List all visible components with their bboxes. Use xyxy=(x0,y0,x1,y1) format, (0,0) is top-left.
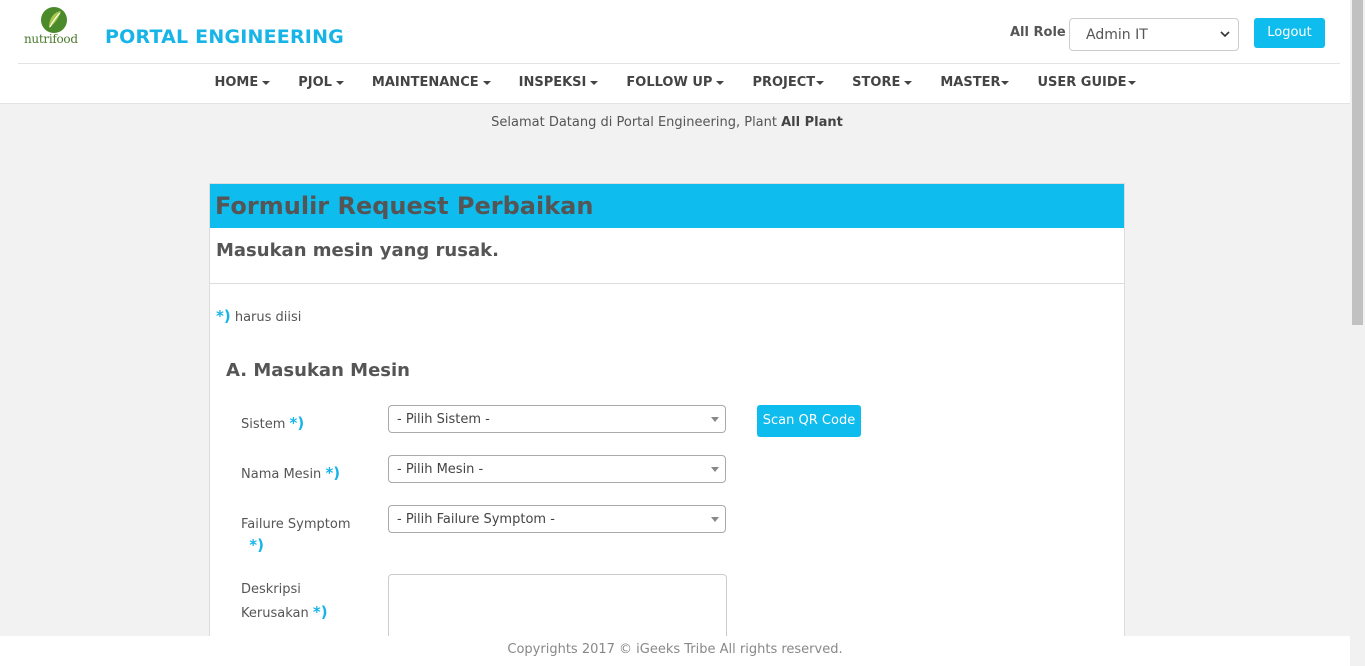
dropdown-arrow-icon xyxy=(711,417,719,422)
caret-down-icon xyxy=(590,80,599,85)
logout-button[interactable]: Logout xyxy=(1254,18,1325,48)
required-mark: *) xyxy=(249,536,264,554)
deskripsi-label: Deskripsi Kerusakan *) xyxy=(241,582,328,621)
panel-header: Formulir Request Perbaikan xyxy=(210,184,1124,228)
required-mark: *) xyxy=(312,603,328,621)
sistem-label: Sistem *) xyxy=(241,414,305,432)
form-title: Formulir Request Perbaikan xyxy=(215,192,594,220)
caret-down-icon xyxy=(335,80,344,85)
required-mark: *) xyxy=(216,307,231,325)
required-mark: *) xyxy=(325,464,341,482)
dropdown-arrow-icon xyxy=(711,467,719,472)
nav-inspeksi[interactable]: INSPEKSI xyxy=(505,64,613,104)
symptom-select-value: - Pilih Failure Symptom - xyxy=(397,512,555,527)
caret-down-icon xyxy=(816,80,825,85)
nav-project[interactable]: PROJECT xyxy=(738,64,838,104)
nav-pjol[interactable]: PJOL xyxy=(284,64,358,104)
required-note-text: harus diisi xyxy=(234,310,302,325)
required-note: *) harus diisi xyxy=(216,307,301,325)
symptom-select[interactable]: - Pilih Failure Symptom - xyxy=(388,505,726,533)
logo-text: nutrifood xyxy=(24,32,78,46)
mesin-select-value: - Pilih Mesin - xyxy=(397,462,484,477)
role-selected-value: Admin IT xyxy=(1086,27,1148,43)
caret-down-icon xyxy=(716,80,725,85)
request-form-panel: Formulir Request Perbaikan Masukan mesin… xyxy=(209,183,1125,654)
sistem-select[interactable]: - Pilih Sistem - xyxy=(388,405,726,433)
chevron-down-icon xyxy=(1220,31,1230,38)
app-title[interactable]: PORTAL ENGINEERING xyxy=(105,26,344,48)
footer: Copyrights 2017 © iGeeks Tribe All right… xyxy=(0,636,1350,666)
role-label: All Role xyxy=(1010,25,1066,40)
scan-qr-button[interactable]: Scan QR Code xyxy=(757,405,861,437)
leaf-logo-icon xyxy=(41,7,67,33)
caret-down-icon xyxy=(262,80,271,85)
symptom-label: Failure Symptom *) xyxy=(241,517,351,554)
page-scrollbar[interactable] xyxy=(1350,0,1365,666)
caret-down-icon xyxy=(904,80,913,85)
top-header: nutrifood PORTAL ENGINEERING All Role Ad… xyxy=(0,0,1350,104)
role-select[interactable]: Admin IT xyxy=(1069,18,1239,51)
main-nav: HOME PJOL MAINTENANCE INSPEKSI FOLLOW UP… xyxy=(0,64,1350,104)
nav-user-guide[interactable]: USER GUIDE xyxy=(1023,64,1149,104)
nav-master[interactable]: MASTER xyxy=(926,64,1023,104)
mesin-select[interactable]: - Pilih Mesin - xyxy=(388,455,726,483)
welcome-text: Selamat Datang di Portal Engineering, Pl… xyxy=(491,115,782,130)
nav-maintenance[interactable]: MAINTENANCE xyxy=(358,64,505,104)
sistem-select-value: - Pilih Sistem - xyxy=(397,412,490,427)
form-subtitle: Masukan mesin yang rusak. xyxy=(210,228,1124,284)
dropdown-arrow-icon xyxy=(711,517,719,522)
welcome-message: Selamat Datang di Portal Engineering, Pl… xyxy=(0,115,1334,130)
mesin-label: Nama Mesin *) xyxy=(241,464,341,482)
nav-store[interactable]: STORE xyxy=(838,64,926,104)
required-mark: *) xyxy=(289,414,305,432)
nav-home[interactable]: HOME xyxy=(200,64,284,104)
plant-name: All Plant xyxy=(781,115,843,130)
scrollbar-thumb[interactable] xyxy=(1352,0,1363,325)
nav-follow-up[interactable]: FOLLOW UP xyxy=(612,64,738,104)
caret-down-icon xyxy=(482,80,491,85)
section-title: A. Masukan Mesin xyxy=(226,360,410,381)
caret-down-icon xyxy=(1001,80,1010,85)
nutrifood-logo[interactable]: nutrifood xyxy=(22,6,86,50)
caret-down-icon xyxy=(1127,80,1136,85)
